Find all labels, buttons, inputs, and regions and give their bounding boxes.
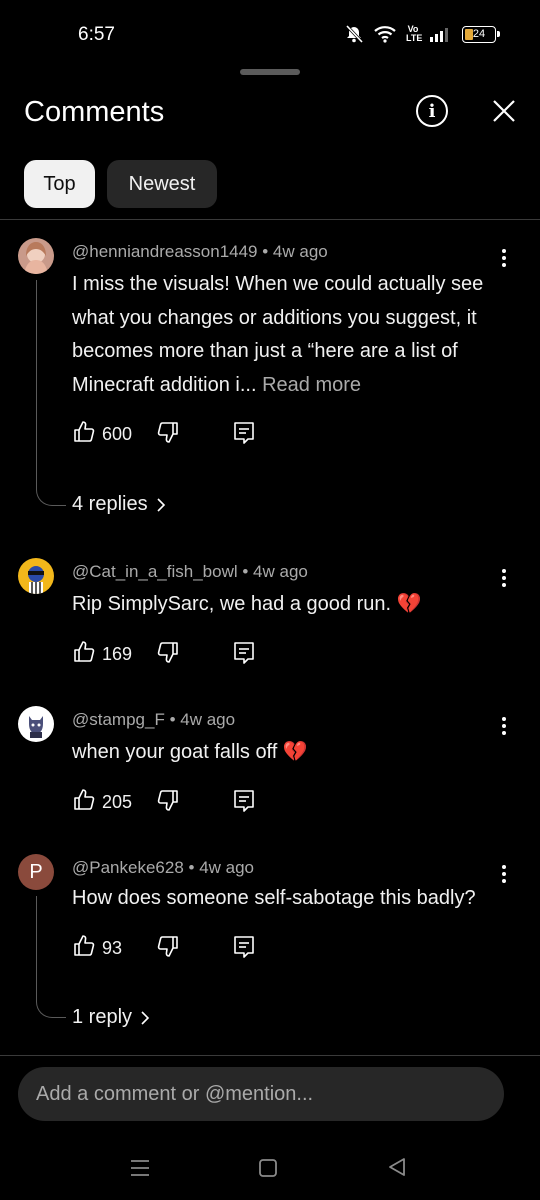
comment-time: 4w ago [180, 710, 236, 729]
comment-time: 4w ago [272, 242, 328, 261]
comment-time: 4w ago [199, 858, 255, 877]
comment-time: 4w ago [253, 562, 308, 581]
like-count: 169 [102, 644, 133, 664]
reply-button[interactable] [232, 640, 256, 671]
recent-apps-button[interactable] [130, 1158, 150, 1183]
comment-text: Rip SimplySarc, we had a good run. 💔 [72, 588, 502, 622]
back-triangle-icon [389, 1158, 405, 1176]
comment-text: How does someone self-sabotage this badl… [72, 882, 502, 916]
avatar[interactable] [18, 558, 54, 594]
reply-icon [234, 642, 254, 664]
more-options-icon[interactable] [494, 246, 514, 270]
broken-heart-emoji: 💔 [282, 741, 308, 763]
filter-chip-newest[interactable]: Newest [107, 160, 217, 208]
wifi-icon [374, 25, 396, 43]
page-title: Comments [24, 96, 165, 128]
comment-meta: @henniandreasson1449 • 4w ago [72, 242, 328, 261]
close-icon[interactable] [490, 97, 518, 125]
volte-indicator: Vo LTE [406, 24, 423, 43]
comment-author[interactable]: @Cat_in_a_fish_bowl [72, 562, 238, 581]
reply-button[interactable] [232, 788, 256, 819]
info-icon[interactable]: i [416, 95, 448, 127]
divider [0, 1055, 540, 1056]
comment-text: I miss the visuals! When we could actual… [72, 268, 502, 402]
more-options-icon[interactable] [494, 714, 514, 738]
replies-button[interactable]: 1 reply [72, 1006, 150, 1029]
reply-icon [234, 790, 254, 812]
reply-button[interactable] [232, 934, 256, 965]
reply-button[interactable] [232, 420, 256, 451]
thumbs-down-icon [157, 790, 178, 811]
comment-body: Rip SimplySarc, we had a good run. [72, 593, 392, 615]
comment-author[interactable]: @henniandreasson1449 [72, 242, 258, 261]
signal-icon [430, 26, 452, 42]
replies-count: 1 reply [72, 1006, 133, 1028]
broken-heart-emoji: 💔 [396, 593, 422, 615]
reply-icon [234, 422, 254, 444]
replies-button[interactable]: 4 replies [72, 493, 166, 516]
filter-chip-top[interactable]: Top [24, 160, 95, 208]
like-count: 205 [102, 792, 133, 812]
comment-author[interactable]: @Pankeke628 [72, 858, 184, 877]
thumbs-up-icon [72, 788, 96, 817]
battery-icon: 24 [462, 25, 500, 43]
dislike-button[interactable] [156, 640, 180, 669]
avatar[interactable] [18, 706, 54, 742]
home-square-icon [259, 1159, 277, 1177]
chevron-right-icon [141, 1010, 150, 1025]
like-count: 600 [102, 424, 133, 444]
thumbs-down-icon [157, 422, 178, 443]
back-button[interactable] [386, 1156, 408, 1183]
replies-count: 4 replies [72, 493, 148, 515]
thumbs-up-icon [72, 934, 96, 963]
comment-body: when your goat falls off [72, 741, 278, 763]
home-button[interactable] [258, 1158, 278, 1183]
like-count: 93 [102, 938, 123, 958]
comment-meta: @Pankeke628 • 4w ago [72, 858, 255, 877]
dislike-button[interactable] [156, 934, 180, 963]
system-nav-bar [0, 1140, 540, 1200]
thumbs-up-icon [72, 640, 96, 669]
more-options-icon[interactable] [494, 566, 514, 590]
dislike-button[interactable] [156, 420, 180, 449]
status-icons: Vo LTE 24 [344, 24, 500, 44]
bell-muted-icon [344, 24, 364, 44]
comment-author[interactable]: @stampg_F [72, 710, 165, 729]
divider [0, 219, 540, 220]
thread-line [36, 896, 66, 1018]
like-button[interactable]: 205 [72, 788, 132, 817]
comment-body: How does someone self-sabotage this badl… [72, 887, 476, 909]
read-more-link[interactable]: Read more [262, 374, 361, 396]
thread-line [36, 280, 66, 506]
battery-level: 24 [472, 28, 486, 40]
comment-meta: @Cat_in_a_fish_bowl • 4w ago [72, 562, 308, 581]
drag-handle[interactable] [240, 69, 300, 75]
like-button[interactable]: 600 [72, 420, 132, 449]
add-comment-input[interactable] [18, 1067, 504, 1121]
comment-meta: @stampg_F • 4w ago [72, 710, 236, 729]
status-time: 6:57 [78, 24, 115, 45]
avatar[interactable]: P [18, 854, 54, 890]
chevron-right-icon [157, 497, 165, 512]
comment-text: when your goat falls off 💔 [72, 736, 502, 770]
avatar[interactable] [18, 238, 54, 274]
like-button[interactable]: 93 [72, 934, 122, 963]
thumbs-up-icon [72, 420, 96, 449]
reply-icon [234, 936, 254, 958]
thumbs-down-icon [157, 642, 178, 663]
menu-icon [131, 1160, 149, 1176]
thumbs-down-icon [157, 936, 178, 957]
like-button[interactable]: 169 [72, 640, 132, 669]
dislike-button[interactable] [156, 788, 180, 817]
status-bar: 6:57 Vo LTE 24 [0, 0, 540, 70]
